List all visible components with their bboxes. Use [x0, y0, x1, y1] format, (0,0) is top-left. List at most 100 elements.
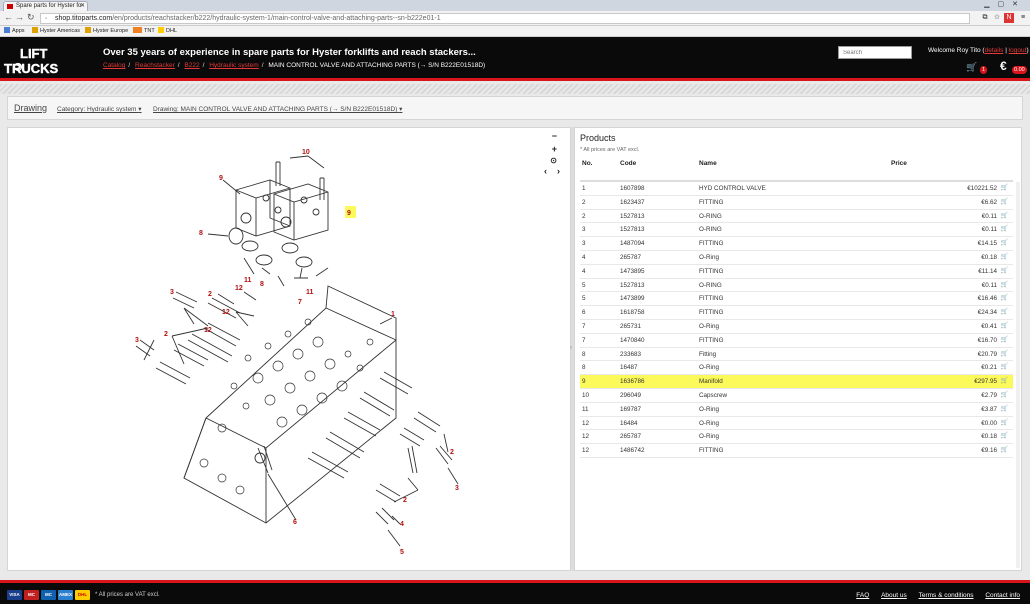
add-to-cart-icon[interactable]: 🛒	[1001, 375, 1008, 389]
callout-9a[interactable]: 9	[219, 175, 223, 182]
add-to-cart-icon[interactable]: 🛒	[1001, 237, 1008, 251]
table-row[interactable]: 3 1487094 FITTING €14.15 🛒	[580, 237, 1013, 251]
callout-3b[interactable]: 3	[135, 337, 139, 344]
add-to-cart-icon[interactable]: 🛒	[1001, 444, 1008, 458]
callout-11b[interactable]: 11	[306, 289, 314, 296]
logout-link[interactable]: logout	[1009, 47, 1027, 54]
details-link[interactable]: details	[985, 47, 1004, 54]
back-icon[interactable]: ←	[4, 12, 13, 22]
add-to-cart-icon[interactable]: 🛒	[1001, 182, 1008, 196]
callout-11a[interactable]: 11	[244, 277, 252, 284]
add-to-cart-icon[interactable]: 🛒	[1001, 430, 1008, 444]
add-to-cart-icon[interactable]: 🛒	[1001, 417, 1008, 431]
bookmark-hyster-europe[interactable]: Hyster Europe	[85, 26, 128, 36]
callout-2b[interactable]: 2	[164, 331, 168, 338]
table-row[interactable]: 10 296049 Capscrew €2.79 🛒	[580, 389, 1013, 403]
about-link[interactable]: About us	[881, 592, 907, 599]
table-row[interactable]: 5 1527813 O-RING €0.11 🛒	[580, 279, 1013, 293]
add-to-cart-icon[interactable]: 🛒	[1001, 334, 1008, 348]
callout-8a[interactable]: 8	[199, 230, 203, 237]
add-to-cart-icon[interactable]: 🛒	[1001, 196, 1008, 210]
table-row[interactable]: 2 1527813 O-RING €0.11 🛒	[580, 210, 1013, 224]
table-row[interactable]: 5 1473899 FITTING €16.46 🛒	[580, 292, 1013, 307]
add-to-cart-icon[interactable]: 🛒	[1001, 292, 1008, 306]
add-to-cart-icon[interactable]: 🛒	[1001, 251, 1008, 265]
lift-trucks-logo[interactable]: LIFT TRUCKS	[2, 45, 94, 75]
table-row[interactable]: 2 1623437 FITTING €6.62 🛒	[580, 196, 1013, 210]
table-row[interactable]: 7 265731 O-Ring €0.41 🛒	[580, 320, 1013, 334]
bookmark-hyster-americas[interactable]: Hyster Americas	[32, 26, 80, 36]
add-to-cart-icon[interactable]: 🛒	[1001, 403, 1008, 417]
address-bar[interactable]: ▫ shop.titoparts.com/en/products/reachsta…	[40, 13, 970, 24]
add-to-cart-icon[interactable]: 🛒	[1001, 348, 1008, 362]
reload-icon[interactable]: ↻	[27, 12, 35, 23]
terms-link[interactable]: Terms & conditions	[919, 592, 974, 599]
callout-4[interactable]: 4	[400, 521, 404, 528]
bookmark-tnt[interactable]: TNT	[133, 26, 155, 36]
window-controls[interactable]: ▁▢✕	[984, 0, 1026, 10]
callout-7[interactable]: 7	[298, 299, 302, 306]
table-row[interactable]: 4 1473895 FITTING €11.14 🛒	[580, 265, 1013, 279]
extension-icon[interactable]: N	[1004, 13, 1014, 23]
add-to-cart-icon[interactable]: 🛒	[1001, 306, 1008, 320]
parts-diagram[interactable]: 10 9 9 8 11 8 11 7 1 3 2 12 12 12 2 3 2 …	[8, 128, 572, 572]
callout-5[interactable]: 5	[400, 549, 404, 556]
callout-2c[interactable]: 2	[450, 449, 454, 456]
add-to-cart-icon[interactable]: 🛒	[1001, 279, 1008, 293]
menu-icon[interactable]: ≡	[1018, 13, 1028, 23]
callout-12c[interactable]: 12	[204, 327, 212, 334]
table-row[interactable]: 12 16484 O-Ring €0.00 🛒	[580, 417, 1013, 431]
browser-tab[interactable]: Spare parts for Hyster fo ✕	[3, 1, 88, 11]
faq-link[interactable]: FAQ	[856, 592, 869, 599]
table-row[interactable]: 11 169787 O-Ring €3.87 🛒	[580, 403, 1013, 417]
add-to-cart-icon[interactable]: 🛒	[1001, 389, 1008, 403]
table-row[interactable]: 1 1607898 HYD CONTROL VALVE €10221.52 🛒	[580, 182, 1013, 196]
callout-3a[interactable]: 3	[170, 289, 174, 296]
drawing-dropdown[interactable]: Drawing: MAIN CONTROL VALVE AND ATTACHIN…	[153, 105, 402, 113]
table-row[interactable]: 8 16487 O-Ring €0.21 🛒	[580, 361, 1013, 376]
table-row[interactable]: 4 265787 O-Ring €0.18 🛒	[580, 251, 1013, 265]
table-row[interactable]: 9 1636786 Manifold €297.95 🛒	[580, 375, 1013, 389]
cell-no: 3	[582, 240, 586, 248]
callout-2d[interactable]: 2	[403, 497, 407, 504]
category-dropdown[interactable]: Category: Hydraulic system ▾	[57, 105, 142, 113]
callout-9b[interactable]: 9	[347, 210, 351, 217]
bookmark-apps[interactable]: Apps	[4, 26, 25, 36]
bookmark-star-icon[interactable]: ☆	[992, 13, 1002, 23]
currency-icon[interactable]: €	[1000, 59, 1007, 73]
search-input[interactable]	[838, 46, 912, 59]
breadcrumb-catalog[interactable]: Catalog	[103, 62, 125, 69]
callout-8b[interactable]: 8	[260, 281, 264, 288]
tab-close-icon[interactable]: ✕	[80, 2, 85, 11]
table-row[interactable]: 12 1486742 FITTING €9.16 🛒	[580, 444, 1013, 458]
callout-12a[interactable]: 12	[235, 285, 243, 292]
breadcrumb-hydraulic-system[interactable]: Hydraulic system	[209, 62, 258, 69]
callout-1[interactable]: 1	[391, 311, 395, 318]
callout-6[interactable]: 6	[293, 519, 297, 526]
products-scrollbar[interactable]	[1016, 182, 1020, 568]
cell-name: O-RING	[699, 212, 722, 220]
forward-icon[interactable]: →	[15, 12, 24, 22]
callout-3c[interactable]: 3	[455, 485, 459, 492]
add-to-cart-icon[interactable]: 🛒	[1001, 265, 1008, 279]
mastercard-icon: MC	[24, 590, 39, 600]
table-row[interactable]: 3 1527813 O-RING €0.11 🛒	[580, 223, 1013, 238]
table-row[interactable]: 8 233683 Fitting €20.79 🛒	[580, 348, 1013, 362]
callout-12b[interactable]: 12	[222, 309, 230, 316]
translate-icon[interactable]: ⧉	[980, 13, 990, 23]
breadcrumb-reachstacker[interactable]: Reachstacker	[135, 62, 175, 69]
drawing-panel[interactable]: − + ⊙ ‹ › 10 9 9 8 11 8 11 7 1 3 2 12 12…	[7, 127, 571, 571]
cart-icon[interactable]: 🛒	[966, 62, 977, 73]
contact-link[interactable]: Contact info	[985, 592, 1020, 599]
add-to-cart-icon[interactable]: 🛒	[1001, 320, 1008, 334]
table-row[interactable]: 12 265787 O-Ring €0.18 🛒	[580, 430, 1013, 445]
table-row[interactable]: 6 1618758 FITTING €24.34 🛒	[580, 306, 1013, 320]
table-row[interactable]: 7 1470840 FITTING €16.70 🛒	[580, 334, 1013, 348]
add-to-cart-icon[interactable]: 🛒	[1001, 361, 1008, 375]
add-to-cart-icon[interactable]: 🛒	[1001, 210, 1008, 224]
callout-2a[interactable]: 2	[208, 291, 212, 298]
callout-10[interactable]: 10	[302, 149, 310, 156]
bookmark-dhl[interactable]: DHL	[158, 26, 177, 36]
add-to-cart-icon[interactable]: 🛒	[1001, 223, 1008, 237]
breadcrumb-b222[interactable]: B222	[184, 62, 199, 69]
